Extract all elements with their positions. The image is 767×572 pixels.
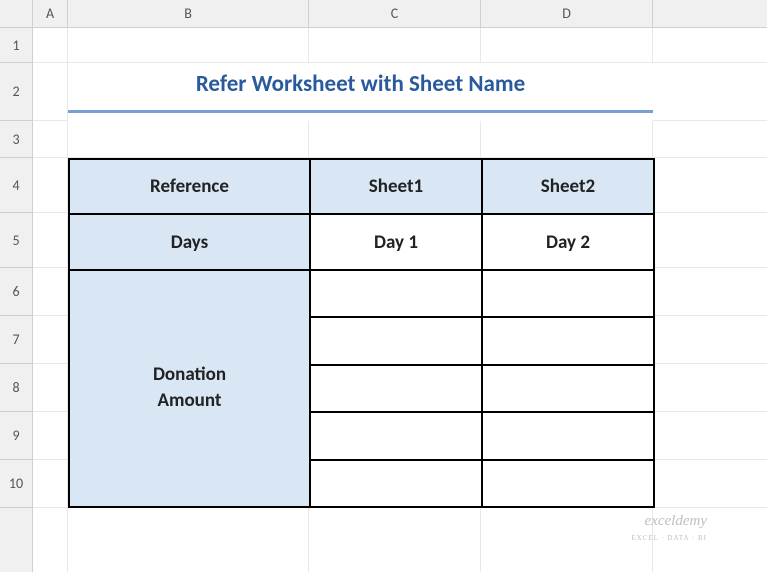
cell[interactable] xyxy=(653,412,767,460)
cell[interactable] xyxy=(653,316,767,364)
cell[interactable] xyxy=(653,268,767,316)
days-label[interactable]: Days xyxy=(69,214,310,269)
cell[interactable] xyxy=(653,28,767,63)
cell[interactable] xyxy=(653,364,767,412)
col-header-a[interactable]: A xyxy=(33,0,68,28)
row-header-9[interactable]: 9 xyxy=(0,412,33,460)
cell[interactable] xyxy=(481,121,653,158)
cell[interactable] xyxy=(653,63,767,121)
cell[interactable] xyxy=(653,213,767,268)
cell[interactable] xyxy=(653,121,767,158)
donation-label-line1: Donation xyxy=(153,363,226,386)
donation-label[interactable]: Donation Amount xyxy=(69,270,310,507)
table-header-row: Reference Sheet1 Sheet2 xyxy=(69,159,654,214)
select-all-corner[interactable] xyxy=(0,0,33,28)
watermark-sub: EXCEL · DATA · BI xyxy=(631,534,707,542)
page-title: Refer Worksheet with Sheet Name xyxy=(68,63,653,113)
cell[interactable] xyxy=(309,28,481,63)
col-header-blank xyxy=(653,0,767,28)
row-header-1[interactable]: 1 xyxy=(0,28,33,63)
header-sheet2[interactable]: Sheet2 xyxy=(482,159,654,214)
cell[interactable] xyxy=(33,268,68,316)
col-header-c[interactable]: C xyxy=(309,0,481,28)
cell[interactable] xyxy=(33,316,68,364)
cell[interactable] xyxy=(33,213,68,268)
header-sheet1[interactable]: Sheet1 xyxy=(310,159,482,214)
cell[interactable] xyxy=(33,364,68,412)
data-cell[interactable] xyxy=(310,317,482,364)
cell[interactable] xyxy=(33,508,68,572)
data-table: Reference Sheet1 Sheet2 Days Day 1 Day 2… xyxy=(68,158,655,508)
row-header-8[interactable]: 8 xyxy=(0,364,33,412)
cell[interactable] xyxy=(309,121,481,158)
row-header-2[interactable]: 2 xyxy=(0,63,33,121)
cell[interactable] xyxy=(33,28,68,63)
cell[interactable] xyxy=(653,460,767,508)
header-reference[interactable]: Reference xyxy=(69,159,310,214)
data-cell[interactable] xyxy=(482,460,654,507)
row-header-blank xyxy=(0,508,33,572)
cell[interactable] xyxy=(68,121,309,158)
row-header-7[interactable]: 7 xyxy=(0,316,33,364)
row-header-4[interactable]: 4 xyxy=(0,158,33,213)
cell[interactable] xyxy=(68,28,309,63)
cell[interactable] xyxy=(481,508,653,572)
watermark-main: exceldemy xyxy=(645,513,707,529)
col-header-b[interactable]: B xyxy=(68,0,309,28)
day2-label[interactable]: Day 2 xyxy=(482,214,654,269)
cell[interactable] xyxy=(653,158,767,213)
cell[interactable] xyxy=(33,121,68,158)
cell[interactable] xyxy=(33,460,68,508)
table-row: Donation Amount xyxy=(69,270,654,317)
data-cell[interactable] xyxy=(310,365,482,412)
cell[interactable] xyxy=(33,63,68,121)
row-header-6[interactable]: 6 xyxy=(0,268,33,316)
data-cell[interactable] xyxy=(310,460,482,507)
cell[interactable] xyxy=(33,412,68,460)
data-cell[interactable] xyxy=(310,270,482,317)
cell[interactable] xyxy=(33,158,68,213)
cell[interactable] xyxy=(309,508,481,572)
watermark: exceldemy EXCEL · DATA · BI xyxy=(631,514,707,544)
row-header-5[interactable]: 5 xyxy=(0,213,33,268)
data-table-area: Reference Sheet1 Sheet2 Days Day 1 Day 2… xyxy=(68,158,653,508)
donation-label-line2: Amount xyxy=(158,389,222,412)
cell[interactable] xyxy=(481,28,653,63)
row-header-10[interactable]: 10 xyxy=(0,460,33,508)
col-header-d[interactable]: D xyxy=(481,0,653,28)
data-cell[interactable] xyxy=(482,412,654,459)
data-cell[interactable] xyxy=(482,365,654,412)
day1-label[interactable]: Day 1 xyxy=(310,214,482,269)
cell[interactable] xyxy=(68,508,309,572)
spreadsheet-grid: A B C D 1 2 3 4 5 6 7 8 9 10 Refer Works… xyxy=(0,0,767,572)
data-cell[interactable] xyxy=(482,270,654,317)
row-header-3[interactable]: 3 xyxy=(0,121,33,158)
data-cell[interactable] xyxy=(482,317,654,364)
table-days-row: Days Day 1 Day 2 xyxy=(69,214,654,269)
data-cell[interactable] xyxy=(310,412,482,459)
